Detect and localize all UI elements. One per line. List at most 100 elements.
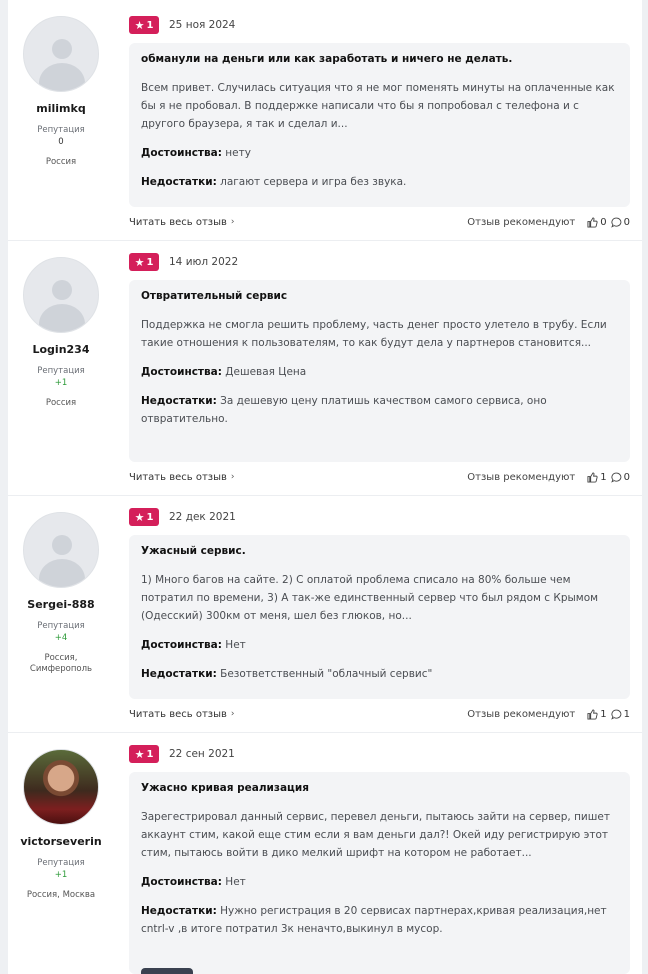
review-author: victorseverin Репутация +1 Россия, Москв… bbox=[16, 745, 106, 901]
review-date: 25 ноя 2024 bbox=[169, 19, 236, 31]
username[interactable]: Sergei-888 bbox=[16, 598, 106, 611]
review-card: Ужасно кривая реализация Зарегестрировал… bbox=[129, 772, 630, 974]
review-author: milimkq Репутация 0 Россия bbox=[16, 12, 106, 168]
review-header: ★ 1 22 дек 2021 bbox=[129, 508, 236, 526]
read-full-review-link[interactable]: Читать весь отзыв › bbox=[129, 709, 467, 720]
rating-value: 1 bbox=[146, 256, 154, 268]
cons-label: Недостатки: bbox=[141, 176, 217, 188]
review-title[interactable]: Ужасно кривая реализация bbox=[141, 782, 618, 794]
rating-badge: ★ 1 bbox=[129, 508, 159, 526]
read-more-button[interactable] bbox=[141, 968, 193, 974]
star-icon: ★ bbox=[134, 255, 145, 269]
comment-count: 0 bbox=[623, 216, 630, 228]
avatar[interactable] bbox=[23, 16, 99, 92]
comment-count: 1 bbox=[623, 708, 630, 720]
read-all-label: Читать весь отзыв bbox=[129, 708, 227, 720]
review-item: victorseverin Репутация +1 Россия, Москв… bbox=[8, 733, 642, 974]
star-icon: ★ bbox=[134, 18, 145, 32]
rating-value: 1 bbox=[146, 748, 154, 760]
review-pros: Достоинства: Дешевая Цена bbox=[141, 363, 618, 381]
rating-badge: ★ 1 bbox=[129, 253, 159, 271]
review-footer: Читать весь отзыв › Отзыв рекомендуют 0 0 bbox=[129, 214, 630, 230]
pros-text: нету bbox=[225, 147, 251, 159]
review-cons: Недостатки: Безответственный "облачный с… bbox=[141, 665, 618, 683]
like-button[interactable]: 1 bbox=[587, 471, 607, 483]
thumb-up-icon bbox=[587, 708, 598, 720]
review-author: Login234 Репутация +1 Россия bbox=[16, 253, 106, 409]
pros-text: Дешевая Цена bbox=[225, 366, 307, 378]
comment-icon bbox=[610, 472, 621, 483]
review-text: Зарегестрировал данный сервис, перевел д… bbox=[141, 811, 610, 859]
cons-text: лагают сервера и игра без звука. bbox=[220, 176, 407, 188]
review-header: ★ 1 22 сен 2021 bbox=[129, 745, 235, 763]
reputation-value: 0 bbox=[58, 137, 64, 147]
review-item: Sergei-888 Репутация +4 Россия, Симфероп… bbox=[8, 496, 642, 733]
review-item: milimkq Репутация 0 Россия ★ 1 25 ноя 202… bbox=[8, 0, 642, 241]
rating-badge: ★ 1 bbox=[129, 16, 159, 34]
review-card: Ужасный сервис. 1) Много багов на сайте.… bbox=[129, 535, 630, 699]
username[interactable]: milimkq bbox=[16, 102, 106, 115]
comments-button[interactable]: 0 bbox=[610, 216, 630, 228]
cons-label: Недостатки: bbox=[141, 905, 217, 917]
comments-button[interactable]: 0 bbox=[610, 471, 630, 483]
pros-label: Достоинства: bbox=[141, 876, 222, 888]
user-location: Россия, Симферополь bbox=[29, 653, 93, 674]
rating-badge: ★ 1 bbox=[129, 745, 159, 763]
review-text: Всем привет. Случилась ситуация что я не… bbox=[141, 82, 615, 130]
comment-icon bbox=[610, 709, 621, 720]
review-card: Отвратительный сервис Поддержка не смогл… bbox=[129, 280, 630, 462]
review-card: обманули на деньги или как заработать и … bbox=[129, 43, 630, 207]
read-full-review-link[interactable]: Читать весь отзыв › bbox=[129, 217, 467, 228]
like-count: 1 bbox=[600, 708, 607, 720]
review-text: 1) Много багов на сайте. 2) С оплатой пр… bbox=[141, 574, 599, 622]
chevron-right-icon: › bbox=[230, 472, 235, 482]
read-all-label: Читать весь отзыв bbox=[129, 216, 227, 228]
pros-label: Достоинства: bbox=[141, 147, 222, 159]
read-all-label: Читать весь отзыв bbox=[129, 471, 227, 483]
review-date: 14 июл 2022 bbox=[169, 256, 239, 268]
review-title[interactable]: обманули на деньги или как заработать и … bbox=[141, 53, 618, 65]
chevron-right-icon: › bbox=[230, 709, 235, 719]
thumb-up-icon bbox=[587, 216, 598, 228]
comment-count: 0 bbox=[623, 471, 630, 483]
review-title[interactable]: Отвратительный сервис bbox=[141, 290, 618, 302]
rating-value: 1 bbox=[146, 19, 154, 31]
rating-value: 1 bbox=[146, 511, 154, 523]
user-location: Россия, Москва bbox=[26, 890, 96, 900]
review-pros: Достоинства: Нет bbox=[141, 636, 618, 654]
username[interactable]: victorseverin bbox=[16, 835, 106, 848]
review-cons: Недостатки: За дешевую цену платишь каче… bbox=[141, 392, 618, 428]
review-cons: Недостатки: лагают сервера и игра без зв… bbox=[141, 173, 618, 191]
thumb-up-icon bbox=[587, 471, 598, 483]
star-icon: ★ bbox=[134, 510, 145, 524]
cons-text: Безответственный "облачный сервис" bbox=[220, 668, 433, 680]
avatar[interactable] bbox=[23, 749, 99, 825]
review-title[interactable]: Ужасный сервис. bbox=[141, 545, 618, 557]
avatar[interactable] bbox=[23, 257, 99, 333]
comment-icon bbox=[610, 217, 621, 228]
like-button[interactable]: 0 bbox=[587, 216, 607, 228]
reputation-value: +4 bbox=[54, 633, 68, 643]
reviews-list: milimkq Репутация 0 Россия ★ 1 25 ноя 202… bbox=[8, 0, 642, 974]
recommend-label: Отзыв рекомендуют bbox=[467, 216, 576, 228]
reputation-value: +1 bbox=[54, 378, 68, 388]
star-icon: ★ bbox=[134, 747, 145, 761]
recommend-label: Отзыв рекомендуют bbox=[467, 471, 576, 483]
pros-label: Достоинства: bbox=[141, 366, 222, 378]
pros-text: Нет bbox=[225, 639, 246, 651]
reputation-value: +1 bbox=[54, 870, 68, 880]
review-footer: Читать весь отзыв › Отзыв рекомендуют 1 1 bbox=[129, 706, 630, 722]
review-cons: Недостатки: Нужно регистрация в 20 серви… bbox=[141, 902, 618, 938]
review-date: 22 дек 2021 bbox=[169, 511, 236, 523]
recommend-label: Отзыв рекомендуют bbox=[467, 708, 576, 720]
username[interactable]: Login234 bbox=[16, 343, 106, 356]
comments-button[interactable]: 1 bbox=[610, 708, 630, 720]
like-button[interactable]: 1 bbox=[587, 708, 607, 720]
review-pros: Достоинства: нету bbox=[141, 144, 618, 162]
pros-text: Нет bbox=[225, 876, 246, 888]
avatar[interactable] bbox=[23, 512, 99, 588]
like-count: 1 bbox=[600, 471, 607, 483]
cons-label: Недостатки: bbox=[141, 668, 217, 680]
review-header: ★ 1 25 ноя 2024 bbox=[129, 16, 235, 34]
read-full-review-link[interactable]: Читать весь отзыв › bbox=[129, 472, 467, 483]
